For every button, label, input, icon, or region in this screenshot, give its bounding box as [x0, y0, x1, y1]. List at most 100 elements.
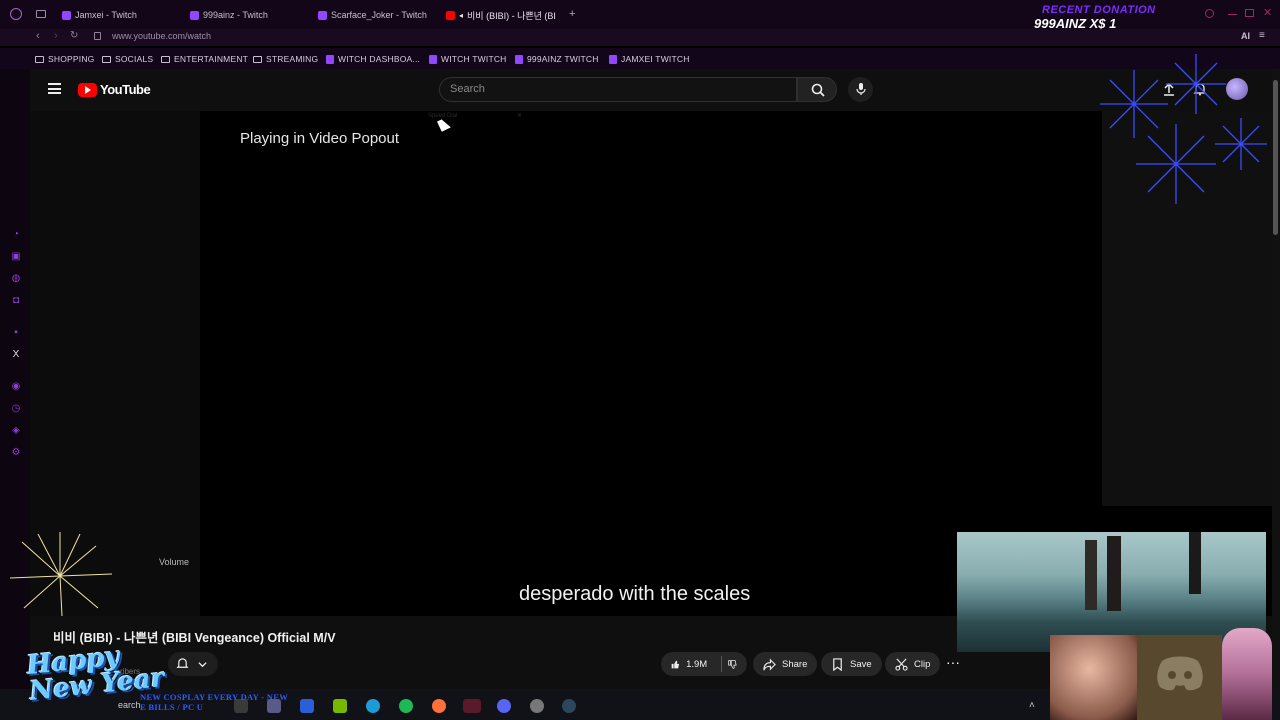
steam-icon[interactable]	[562, 699, 576, 713]
history-icon[interactable]: ◔	[10, 229, 22, 241]
ticker-line: E BILLS / PC U	[140, 702, 204, 712]
spotify-icon[interactable]	[399, 699, 413, 713]
like-button[interactable]: 1.9M	[661, 652, 747, 676]
speaker-icon: ◂	[459, 10, 464, 20]
folder-icon	[161, 55, 170, 63]
bookmark-witch-dashboard[interactable]: WITCH DASHBOA...	[326, 54, 420, 64]
bookmark-label: SHOPPING	[48, 54, 95, 64]
folder-icon	[35, 55, 44, 63]
save-button[interactable]: Save	[821, 652, 882, 676]
new-tab-button[interactable]: +	[569, 8, 575, 20]
video-popout-window[interactable]	[957, 532, 1266, 652]
notes-icon[interactable]: ◈	[10, 425, 22, 437]
search-button[interactable]	[797, 77, 837, 102]
browser-settings-icon[interactable]: ≡	[1259, 30, 1265, 41]
tab-label: 999ainz - Twitch	[203, 10, 268, 20]
maximize-icon[interactable]	[1245, 9, 1254, 17]
recent-donation-title: RECENT DONATION	[1042, 4, 1156, 16]
bookmark-label: WITCH TWITCH	[441, 54, 507, 64]
taskbar-search-field[interactable]: earch	[118, 700, 141, 710]
bookmark-label: STREAMING	[266, 54, 319, 64]
share-label: Share	[782, 658, 808, 670]
tray-chevron-icon[interactable]: ˄	[1029, 700, 1035, 711]
video-caption: desperado with the scales	[519, 583, 751, 605]
twitch-icon	[515, 54, 523, 64]
folder-icon	[253, 55, 262, 63]
obs-icon[interactable]	[530, 699, 544, 713]
twitch-sidebar-icon[interactable]: ▪	[10, 327, 22, 339]
speed-dial-tooltip: Speed Dial ✕	[412, 111, 524, 122]
bookmark-streaming[interactable]: STREAMING	[253, 54, 318, 64]
instagram-icon[interactable]: ◘	[10, 295, 22, 307]
ticker-line: NEW COSPLAY EVERY DAY - NEW	[140, 692, 288, 702]
bookmark-entertainment[interactable]: ENTERTAINMENT	[161, 54, 248, 64]
bell-icon	[176, 658, 189, 668]
url-field[interactable]: www.youtube.com/watch	[112, 31, 211, 41]
figure-image	[1107, 536, 1121, 611]
firefox-icon[interactable]	[432, 699, 446, 713]
opera-icon[interactable]	[463, 699, 481, 713]
scrollbar-thumb[interactable]	[1273, 80, 1278, 235]
bookmark-999ainz-twitch[interactable]: 999AINZ TWITCH	[515, 54, 599, 64]
messenger-icon[interactable]: ◍	[10, 273, 22, 285]
clip-button[interactable]: Clip	[885, 652, 941, 676]
twitch-icon	[190, 10, 199, 20]
twitch-icon	[429, 54, 437, 64]
twitch-icon	[62, 10, 71, 20]
x-icon[interactable]: X	[10, 349, 22, 361]
tab-label: Jamxei - Twitch	[75, 10, 137, 20]
app-icon[interactable]	[300, 699, 314, 713]
bookmarks-bar: SHOPPING SOCIALS ENTERTAINMENT STREAMING…	[0, 48, 1280, 69]
tab-overview-icon[interactable]	[36, 10, 46, 18]
youtube-icon	[446, 10, 455, 20]
bookmark-shopping[interactable]: SHOPPING	[35, 54, 94, 64]
bookmark-witch-twitch[interactable]: WITCH TWITCH	[429, 54, 507, 64]
discord-icon[interactable]	[497, 699, 511, 713]
bookmark-socials[interactable]: SOCIALS	[102, 54, 153, 64]
logo-text: YouTube	[100, 82, 151, 97]
share-button[interactable]: Share	[753, 652, 818, 676]
chevron-down-icon	[198, 662, 207, 668]
close-icon[interactable]: ✕	[517, 111, 522, 122]
bookmark-label: 999AINZ TWITCH	[527, 54, 599, 64]
tab-jamxei[interactable]: Jamxei - Twitch	[62, 6, 137, 24]
voice-search-button[interactable]	[848, 77, 873, 102]
youtube-logo[interactable]: YouTube	[78, 82, 151, 97]
tab-999ainz[interactable]: 999ainz - Twitch	[190, 6, 268, 24]
lock-icon	[94, 32, 101, 40]
bookmark-label: JAMXEI TWITCH	[621, 54, 690, 64]
stream-ticker: NEW COSPLAY EVERY DAY - NEW E BILLS / PC…	[140, 692, 288, 712]
edge-icon[interactable]	[366, 699, 380, 713]
discord-overlay	[1137, 635, 1222, 720]
search-icon[interactable]	[1205, 9, 1214, 18]
close-icon[interactable]: ✕	[1263, 6, 1272, 19]
search-input[interactable]: Search	[439, 77, 797, 102]
folder-icon	[102, 55, 111, 63]
ai-button[interactable]: AI	[1241, 31, 1250, 41]
thumbs-down-icon[interactable]	[728, 658, 737, 671]
search-icon	[811, 83, 825, 97]
minimize-icon[interactable]	[1228, 14, 1237, 15]
youtube-header: YouTube Search	[30, 69, 1280, 111]
forward-icon[interactable]: ›	[54, 30, 58, 42]
discord-icon	[1157, 656, 1203, 691]
clock-icon[interactable]: ◷	[10, 403, 22, 415]
vtuber-avatar	[1222, 628, 1272, 720]
hamburger-menu-icon[interactable]	[48, 83, 61, 94]
more-actions-button[interactable]: ···	[946, 654, 960, 670]
subscription-bell-button[interactable]	[168, 652, 218, 676]
tab-youtube-bibi[interactable]: ◂ 비비 (BIBI) - 나쁜년 (BI	[446, 6, 556, 24]
sidebar-settings-icon[interactable]: ⚙	[10, 447, 22, 459]
player-icon[interactable]: ◉	[10, 381, 22, 393]
webcam-feed	[1050, 635, 1138, 720]
browser-menu-icon[interactable]	[10, 8, 22, 20]
bag-icon[interactable]: ▣	[10, 251, 22, 263]
nvidia-icon[interactable]	[333, 699, 347, 713]
figure-image	[1085, 540, 1097, 610]
bookmark-icon	[833, 657, 842, 671]
back-icon[interactable]: ‹	[36, 30, 40, 42]
share-icon	[763, 658, 776, 670]
reload-icon[interactable]: ↻	[70, 30, 78, 41]
tab-scarface-joker[interactable]: Scarface_Joker - Twitch	[318, 6, 427, 24]
bookmark-jamxei-twitch[interactable]: JAMXEI TWITCH	[609, 54, 690, 64]
